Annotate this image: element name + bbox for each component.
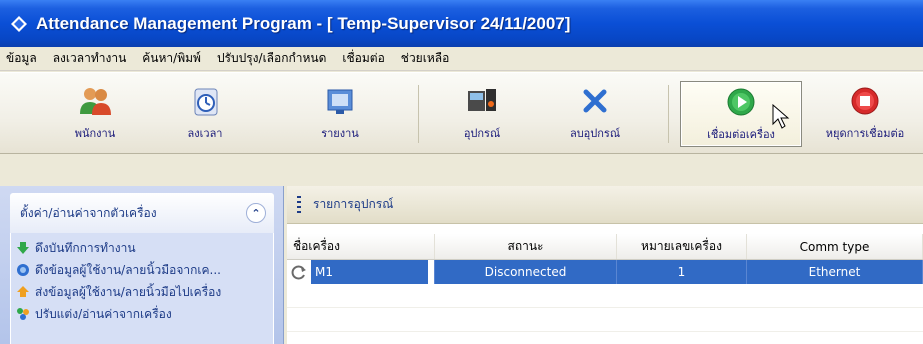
menu-bar: ข้อมูล ลงเวลาทำงาน ค้นหา/พิมพ์ ปรับปรุง/… <box>0 47 923 71</box>
column-header-comm-type[interactable]: Comm type <box>747 234 923 259</box>
employees-icon <box>80 88 111 115</box>
window-title: Attendance Management Program - [ Temp-S… <box>36 13 571 33</box>
stopwatch-icon <box>194 88 218 116</box>
task-pane-body: ดึงบันทึกการทำงาน ดึงข้อมูลผู้ใช้งาน/ลาย… <box>10 233 274 344</box>
refresh-icon <box>287 260 311 284</box>
task-label: ส่งข้อมูลผู้ใช้งาน/ลายนิ้วมือไปเครื่อง <box>35 284 222 299</box>
report-label: รายงาน <box>321 127 359 140</box>
time-label: ลงเวลา <box>187 127 223 140</box>
app-icon <box>11 15 27 32</box>
task-label: ดึงข้อมูลผู้ใช้งาน/ลายนิ้วมือจากเค... <box>35 262 221 277</box>
menu-settings[interactable]: ปรับปรุง/เลือกกำหนด <box>217 49 326 68</box>
device-comm-cell: Ethernet <box>747 260 923 284</box>
disconnect-button[interactable]: หยุดการเชื่อมต่อ <box>810 81 920 147</box>
toolbar-separator <box>418 85 419 143</box>
column-header-number[interactable]: หมายเลขเครื่อง <box>617 234 747 259</box>
device-list-header: รายการอุปกรณ์ <box>287 186 923 224</box>
task-download-users[interactable]: ดึงข้อมูลผู้ใช้งาน/ลายนิ้วมือจากเค... <box>11 259 273 281</box>
menu-search-print[interactable]: ค้นหา/พิมพ์ <box>142 49 201 68</box>
empty-row <box>287 308 923 332</box>
task-download-logs[interactable]: ดึงบันทึกการทำงาน <box>11 237 273 259</box>
toolbar-band <box>0 155 923 185</box>
employees-label: พนักงาน <box>74 127 116 140</box>
empty-row <box>287 284 923 308</box>
title-bar: Attendance Management Program - [ Temp-S… <box>0 0 923 47</box>
task-label: ปรับแต่ง/อ่านค่าจากเครื่อง <box>35 306 172 321</box>
delete-x-icon <box>583 89 607 113</box>
grip-icon <box>297 195 301 214</box>
down-arrow-icon <box>17 242 29 254</box>
time-button[interactable]: ลงเวลา <box>150 81 260 147</box>
task-upload-users[interactable]: ส่งข้อมูลผู้ใช้งาน/ลายนิ้วมือไปเครื่อง <box>11 281 273 303</box>
device-grid: ชื่อเครื่อง สถานะ หมายเลขเครื่อง Comm ty… <box>287 234 923 332</box>
delete-device-button[interactable]: ลบอุปกรณ์ <box>540 81 650 147</box>
collapse-chevron-icon[interactable]: ⌃ <box>246 203 266 223</box>
column-header-name[interactable]: ชื่อเครื่อง <box>287 234 435 259</box>
play-icon <box>727 88 755 116</box>
task-pane-title: ตั้งค่า/อ่านค่าจากตัวเครื่อง <box>20 205 157 220</box>
task-pane: ตั้งค่า/อ่านค่าจากตัวเครื่อง ⌃ ดึงบันทึก… <box>0 186 284 344</box>
device-status-cell: Disconnected <box>435 260 617 284</box>
device-name: M1 <box>311 260 428 284</box>
task-pane-header[interactable]: ตั้งค่า/อ่านค่าจากตัวเครื่อง ⌃ <box>10 193 274 233</box>
employees-button[interactable]: พนักงาน <box>40 81 150 147</box>
stop-icon <box>851 87 879 115</box>
disconnect-label: หยุดการเชื่อมต่อ <box>825 127 905 140</box>
device-number-cell: 1 <box>617 260 747 284</box>
upload-arrow-icon <box>17 286 29 297</box>
menu-connect[interactable]: เชื่อมต่อ <box>342 49 384 68</box>
table-row[interactable]: M1 Disconnected 1 Ethernet <box>287 260 923 284</box>
task-label: ดึงบันทึกการทำงาน <box>35 240 136 255</box>
device-button[interactable]: อุปกรณ์ <box>427 81 537 147</box>
menu-data[interactable]: ข้อมูล <box>6 49 37 68</box>
download-circle-icon <box>17 264 29 276</box>
report-button[interactable]: รายงาน <box>285 81 395 147</box>
device-list-title: รายการอุปกรณ์ <box>313 197 394 211</box>
settings-people-icon <box>17 308 29 320</box>
connect-device-label: เชื่อมต่อเครื่อง <box>707 128 775 141</box>
delete-device-label: ลบอุปกรณ์ <box>569 127 621 140</box>
report-icon <box>327 89 353 114</box>
task-device-settings[interactable]: ปรับแต่ง/อ่านค่าจากเครื่อง <box>11 303 273 325</box>
device-label: อุปกรณ์ <box>463 127 501 140</box>
mouse-cursor-icon <box>772 104 790 129</box>
device-list-pane: รายการอุปกรณ์ ชื่อเครื่อง สถานะ หมายเลขเ… <box>287 186 923 344</box>
device-name-cell[interactable]: M1 <box>287 260 435 284</box>
column-header-status[interactable]: สถานะ <box>435 234 617 259</box>
toolbar-separator <box>668 85 669 143</box>
menu-help[interactable]: ช่วยเหลือ <box>401 49 450 68</box>
grid-header-row: ชื่อเครื่อง สถานะ หมายเลขเครื่อง Comm ty… <box>287 234 923 260</box>
menu-time-entry[interactable]: ลงเวลาทำงาน <box>53 49 127 68</box>
device-icon <box>468 89 496 111</box>
